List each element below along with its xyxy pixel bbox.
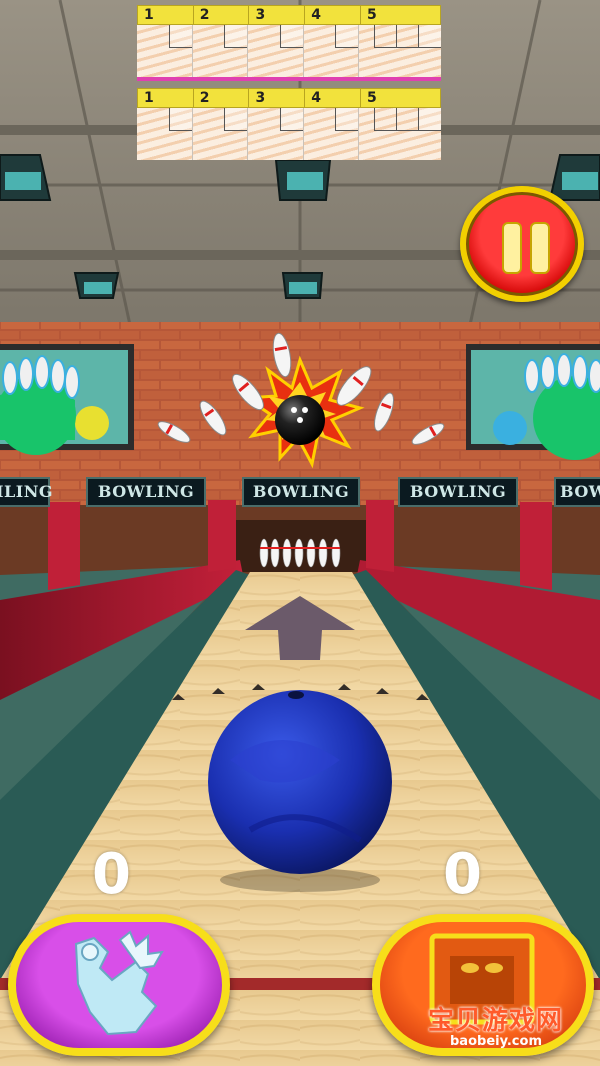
scoreboard-player-1: 1 2 3 4 5: [137, 5, 441, 81]
frame-cell: [248, 25, 304, 77]
frame-number: 3: [249, 89, 306, 107]
bowling-sign: ILING: [0, 477, 53, 507]
frame-cell: [303, 25, 360, 77]
watermark-url: baobeiy.com: [450, 1034, 542, 1049]
pause-button[interactable]: [460, 186, 584, 302]
watermark-brand: 宝贝游戏网: [428, 1006, 564, 1036]
frame-cells: [137, 108, 441, 160]
frame-cells: [137, 25, 441, 81]
right-score: 0: [443, 842, 482, 907]
frame-number: 3: [249, 6, 306, 24]
watermark: 宝贝游戏网 baobeiy.com: [420, 1000, 590, 1060]
bowling-sign: BOWLING: [398, 477, 518, 507]
scoreboard-player-2: 1 2 3 4 5: [137, 88, 441, 160]
frame-cell: [192, 108, 249, 160]
left-score: 0: [92, 842, 131, 907]
frame-cell: [303, 108, 360, 160]
frame-number: 2: [194, 89, 250, 107]
pause-icon: [502, 222, 522, 274]
frame-number: 4: [305, 6, 361, 24]
frame-numbers: 1 2 3 4 5: [137, 5, 441, 25]
frame-number: 5: [366, 90, 377, 106]
frame-number: 1: [138, 89, 194, 107]
frame-cell: [359, 25, 441, 77]
frame-number: 1: [138, 6, 194, 24]
bowling-sign: BOW: [554, 477, 600, 507]
frame-cell: [248, 108, 304, 160]
bowling-sign: BOWLING: [86, 477, 206, 507]
frame-cell: [137, 25, 193, 77]
frame-cell: [359, 108, 441, 160]
hand-icon: [74, 930, 164, 1036]
frame-number: 2: [194, 6, 250, 24]
frame-number: 5: [366, 7, 377, 23]
frame-numbers: 1 2 3 4 5: [137, 88, 441, 108]
frame-cell: [137, 108, 193, 160]
spin-button[interactable]: [8, 914, 230, 1056]
bowling-sign: BOWLING: [242, 477, 360, 507]
frame-cell: [192, 25, 249, 77]
frame-number: 4: [305, 89, 361, 107]
